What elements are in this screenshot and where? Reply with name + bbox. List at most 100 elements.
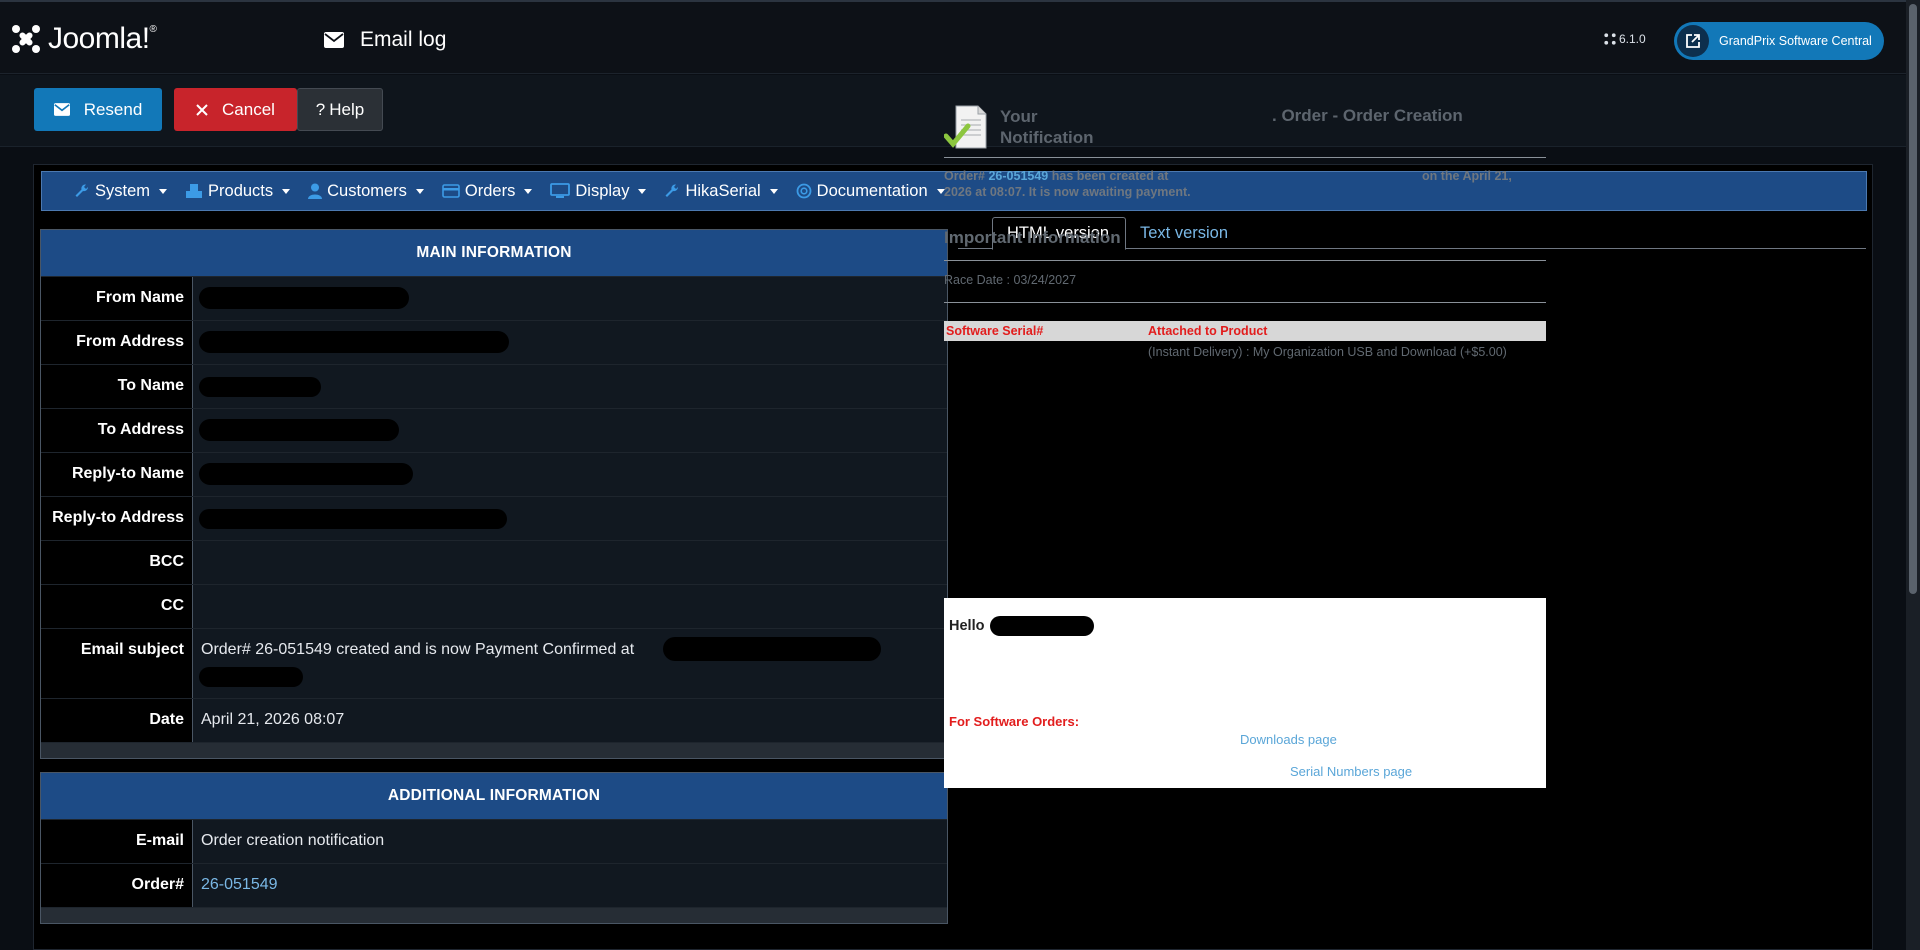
menu-label: Orders — [464, 181, 516, 200]
important-information-heading: Important Information — [944, 228, 1546, 261]
table-row: To Name — [41, 364, 947, 408]
row-label: Reply-to Address — [41, 497, 193, 540]
version-text: 6.1.0 — [1619, 32, 1646, 46]
row-label: From Address — [41, 321, 193, 364]
app-header: Joomla!® Email log 6.1.0 GrandPrix Softw… — [0, 0, 1906, 74]
table-row: Reply-to Name — [41, 452, 947, 496]
panel-footer — [41, 907, 947, 923]
life-ring-icon — [796, 183, 812, 199]
menu-label: Documentation — [816, 181, 928, 200]
reply-to-name-value — [193, 453, 947, 496]
help-label: Help — [329, 99, 365, 119]
table-row: Email subject Order# 26-051549 created a… — [41, 628, 947, 698]
credit-card-icon — [442, 184, 460, 198]
menu-label: Customers — [327, 181, 407, 200]
email-preview: Your Notification . Order - Order Creati… — [944, 102, 1546, 397]
user-icon — [308, 183, 323, 199]
downloads-page-link[interactable]: Downloads page — [1240, 732, 1337, 747]
caret-down-icon — [638, 188, 647, 194]
resend-button[interactable]: Resend — [34, 88, 162, 131]
document-check-icon — [944, 105, 987, 149]
product-column-header: Attached to Product — [1148, 324, 1268, 338]
table-row: CC — [41, 584, 947, 628]
cancel-label: Cancel — [222, 99, 275, 119]
table-row: Date April 21, 2026 08:07 — [41, 698, 947, 742]
serial-table-row: (Instant Delivery) : My Organization USB… — [944, 341, 1546, 397]
race-date-text: Race Date : 03/24/2027 — [944, 273, 1546, 303]
software-orders-heading: For Software Orders: — [949, 714, 1080, 729]
additional-information-title: ADDITIONAL INFORMATION — [41, 773, 947, 819]
caret-down-icon — [415, 188, 424, 194]
row-label: Email subject — [41, 629, 193, 698]
joomla-logo-icon — [12, 25, 40, 53]
wrench-icon — [665, 184, 679, 197]
site-link-button[interactable]: GrandPrix Software Central — [1674, 22, 1884, 60]
page-title-text: Email log — [360, 28, 447, 51]
help-button[interactable]: ? Help — [297, 88, 383, 131]
row-label: To Name — [41, 365, 193, 408]
email-type-value: Order creation notification — [193, 820, 947, 863]
order-number-cell: 26-051549 — [193, 864, 947, 907]
caret-down-icon — [524, 188, 533, 194]
row-label: From Name — [41, 277, 193, 320]
close-icon — [196, 103, 208, 116]
table-row: From Address — [41, 320, 947, 364]
table-row: Order# 26-051549 — [41, 863, 947, 907]
to-name-value — [193, 365, 947, 408]
menu-label: System — [95, 181, 151, 200]
menu-documentation[interactable]: Documentation — [796, 182, 945, 201]
cubes-icon — [186, 184, 203, 198]
menu-label: HikaSerial — [685, 181, 761, 200]
attached-product-text: (Instant Delivery) : My Organization USB… — [1148, 345, 1507, 359]
resend-label: Resend — [83, 99, 143, 119]
logo-text: Joomla!® — [48, 22, 157, 55]
question-icon: ? — [315, 99, 326, 119]
caret-down-icon — [769, 188, 778, 194]
site-button-label: GrandPrix Software Central — [1719, 34, 1872, 48]
main-information-title: MAIN INFORMATION — [41, 230, 947, 276]
page-scrollbar[interactable] — [1906, 0, 1920, 950]
menu-display[interactable]: Display — [550, 181, 647, 201]
reply-to-address-value — [193, 497, 947, 540]
bcc-value — [193, 541, 947, 584]
menu-orders[interactable]: Orders — [442, 181, 533, 201]
row-label: CC — [41, 585, 193, 628]
table-row: BCC — [41, 540, 947, 584]
row-label: Order# — [41, 864, 193, 907]
page-title: Email log — [324, 28, 446, 52]
row-label: To Address — [41, 409, 193, 452]
email-order-number[interactable]: 26-051549 — [988, 169, 1048, 183]
main-information-panel: MAIN INFORMATION From Name From Address … — [40, 229, 948, 759]
joomla-small-icon — [1604, 33, 1616, 45]
menu-system[interactable]: System — [74, 181, 168, 201]
menu-label: Display — [575, 181, 630, 200]
email-header-right: . Order - Order Creation — [1272, 106, 1463, 125]
joomla-logo[interactable]: Joomla!® — [10, 22, 157, 56]
table-row: From Name — [41, 276, 947, 320]
external-link-icon — [1677, 25, 1709, 57]
greeting-text: Hello — [949, 616, 1095, 636]
additional-information-panel: ADDITIONAL INFORMATION E-mail Order crea… — [40, 772, 948, 924]
date-value: April 21, 2026 08:07 — [193, 699, 947, 742]
email-message: Order# 26-051549 has been created at on … — [944, 169, 1512, 199]
table-row: Reply-to Address — [41, 496, 947, 540]
row-label: Date — [41, 699, 193, 742]
wrench-icon — [75, 184, 89, 197]
order-number-link[interactable]: 26-051549 — [201, 876, 278, 893]
cc-value — [193, 585, 947, 628]
row-label: Reply-to Name — [41, 453, 193, 496]
menu-customers[interactable]: Customers — [308, 182, 424, 201]
table-row: To Address — [41, 408, 947, 452]
email-subject-value: Order# 26-051549 created and is now Paym… — [193, 629, 947, 698]
menu-products[interactable]: Products — [185, 182, 291, 201]
serial-column-header: Software Serial# — [946, 324, 1044, 338]
envelope-icon — [53, 103, 70, 116]
email-header-left: Your Notification — [1000, 107, 1094, 147]
cancel-button[interactable]: Cancel — [174, 88, 297, 131]
from-name-value — [193, 277, 947, 320]
serial-numbers-page-link[interactable]: Serial Numbers page — [1290, 764, 1412, 779]
envelope-icon — [324, 32, 344, 48]
email-preview-header: Your Notification . Order - Order Creati… — [944, 102, 1546, 158]
menu-hikaserial[interactable]: HikaSerial — [664, 181, 778, 201]
scrollbar-thumb[interactable] — [1909, 4, 1917, 594]
